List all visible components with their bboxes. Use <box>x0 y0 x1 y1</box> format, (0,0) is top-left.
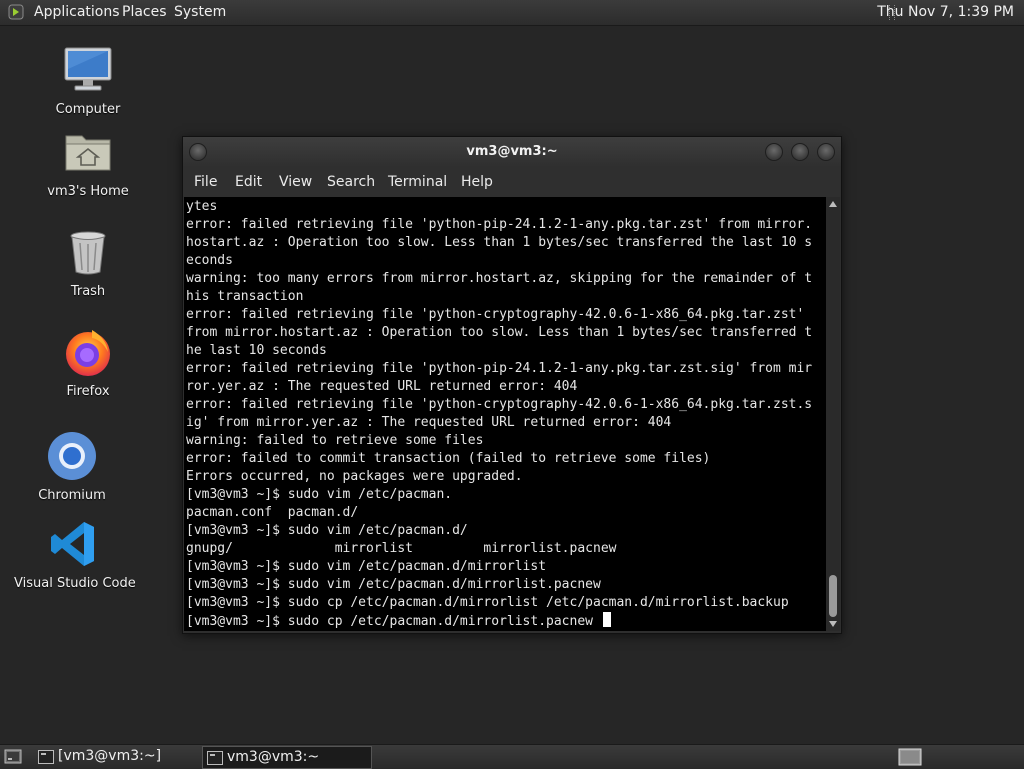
terminal-current-prompt[interactable]: [vm3@vm3 ~]$ sudo cp /etc/pacman.d/mirro… <box>186 614 601 629</box>
home-folder-icon <box>65 135 111 171</box>
computer-icon <box>64 47 112 91</box>
terminal-line: [vm3@vm3 ~]$ sudo cp /etc/pacman.d/mirro… <box>186 595 789 610</box>
chromium-icon <box>48 432 96 480</box>
text-cursor <box>602 612 611 627</box>
terminal-line: error: failed retrieving file 'python-pi… <box>186 361 813 376</box>
desktop-icon-trash[interactable]: Trash <box>28 226 148 299</box>
terminal-line: hostart.az : Operation too slow. Less th… <box>186 235 813 250</box>
scroll-down-arrow-icon[interactable] <box>829 621 837 627</box>
menu-file[interactable]: File <box>194 174 217 190</box>
desktop-icon-computer[interactable]: Computer <box>28 44 148 117</box>
terminal-line: warning: too many errors from mirror.hos… <box>186 271 813 286</box>
terminal-line: [vm3@vm3 ~]$ sudo vim /etc/pacman.d/mirr… <box>186 577 601 592</box>
window-title: vm3@vm3:~ <box>466 144 558 159</box>
taskbar-item-terminal-active[interactable]: vm3@vm3:~ <box>202 746 372 769</box>
clock[interactable]: Thu Nov 7, 1:39 PM <box>877 4 1014 20</box>
desktop-icon-label: Chromium <box>38 488 106 503</box>
terminal-window[interactable]: vm3@vm3:~ File Edit View Search Terminal… <box>182 136 842 634</box>
applications-menu[interactable]: Applications <box>34 4 120 20</box>
menu-view[interactable]: View <box>279 174 312 190</box>
app-menu-logo-icon[interactable] <box>8 4 24 20</box>
close-button[interactable] <box>817 143 835 161</box>
show-desktop-icon[interactable] <box>4 749 22 765</box>
firefox-icon <box>66 330 110 376</box>
terminal-line: [vm3@vm3 ~]$ sudo vim /etc/pacman.d/mirr… <box>186 559 547 574</box>
desktop-icon-chromium[interactable]: Chromium <box>12 430 132 503</box>
terminal-line: gnupg/ mirrorlist mirrorlist.pacnew <box>186 541 617 556</box>
scroll-up-arrow-icon[interactable] <box>829 201 837 207</box>
terminal-titlebar[interactable]: vm3@vm3:~ <box>183 137 841 167</box>
desktop-icon-label: Trash <box>70 284 106 299</box>
desktop-icon-label: Visual Studio Code <box>14 576 136 591</box>
terminal-line: error: failed to commit transaction (fai… <box>186 451 711 466</box>
menu-terminal[interactable]: Terminal <box>388 174 447 190</box>
terminal-line: he last 10 seconds <box>186 343 327 358</box>
trash-icon <box>70 231 106 275</box>
terminal-line: error: failed retrieving file 'python-cr… <box>186 397 813 412</box>
places-menu[interactable]: Places <box>122 4 167 20</box>
terminal-line: warning: failed to retrieve some files <box>186 433 484 448</box>
desktop-icon-firefox[interactable]: Firefox <box>28 326 148 399</box>
terminal-line: Errors occurred, no packages were upgrad… <box>186 469 523 484</box>
top-panel: Applications Places System Thu Nov 7, 1:… <box>0 0 1024 26</box>
terminal-line: error: failed retrieving file 'python-pi… <box>186 217 813 232</box>
terminal-line: ig' from mirror.yer.az : The requested U… <box>186 415 672 430</box>
terminal-icon <box>207 751 223 765</box>
terminal-line: ytes <box>186 199 218 214</box>
desktop-icon-home[interactable]: vm3's Home <box>28 126 148 199</box>
menu-edit[interactable]: Edit <box>235 174 262 190</box>
taskbar-item-terminal-1[interactable]: [vm3@vm3:~] <box>34 746 198 767</box>
terminal-text: ytes error: failed retrieving file 'pyth… <box>186 198 812 631</box>
terminal-line: error: failed retrieving file 'python-cr… <box>186 307 805 322</box>
workspace-switcher-icon[interactable] <box>898 748 922 766</box>
terminal-line: [vm3@vm3 ~]$ sudo vim /etc/pacman.d/ <box>186 523 468 538</box>
desktop-icon-label: vm3's Home <box>47 184 129 199</box>
maximize-button[interactable] <box>791 143 809 161</box>
menu-help[interactable]: Help <box>461 174 493 190</box>
terminal-scrollbar[interactable] <box>826 197 840 631</box>
terminal-menubar: File Edit View Search Terminal Help <box>183 167 841 197</box>
system-menu[interactable]: System <box>174 4 226 20</box>
terminal-line: ror.yer.az : The requested URL returned … <box>186 379 578 394</box>
desktop-icon-vscode[interactable]: Visual Studio Code <box>14 518 136 591</box>
menu-search[interactable]: Search <box>327 174 375 190</box>
desktop-icon-label: Firefox <box>66 384 110 399</box>
terminal-icon <box>38 750 54 764</box>
terminal-line: econds <box>186 253 233 268</box>
terminal-line: pacman.conf pacman.d/ <box>186 505 359 520</box>
minimize-button[interactable] <box>765 143 783 161</box>
bottom-panel: [vm3@vm3:~] vm3@vm3:~ <box>0 744 1024 769</box>
terminal-output[interactable]: ytes error: failed retrieving file 'pyth… <box>184 197 826 631</box>
terminal-line: his transaction <box>186 289 304 304</box>
taskbar-item-label: vm3@vm3:~ <box>227 749 320 765</box>
desktop-icon-label: Computer <box>55 102 121 117</box>
vscode-icon <box>51 522 94 566</box>
window-menu-button[interactable] <box>189 143 207 161</box>
terminal-line: from mirror.hostart.az : Operation too s… <box>186 325 813 340</box>
terminal-line: [vm3@vm3 ~]$ sudo vim /etc/pacman. <box>186 487 453 502</box>
taskbar-item-label: [vm3@vm3:~] <box>58 748 162 764</box>
scrollbar-thumb[interactable] <box>829 575 837 617</box>
